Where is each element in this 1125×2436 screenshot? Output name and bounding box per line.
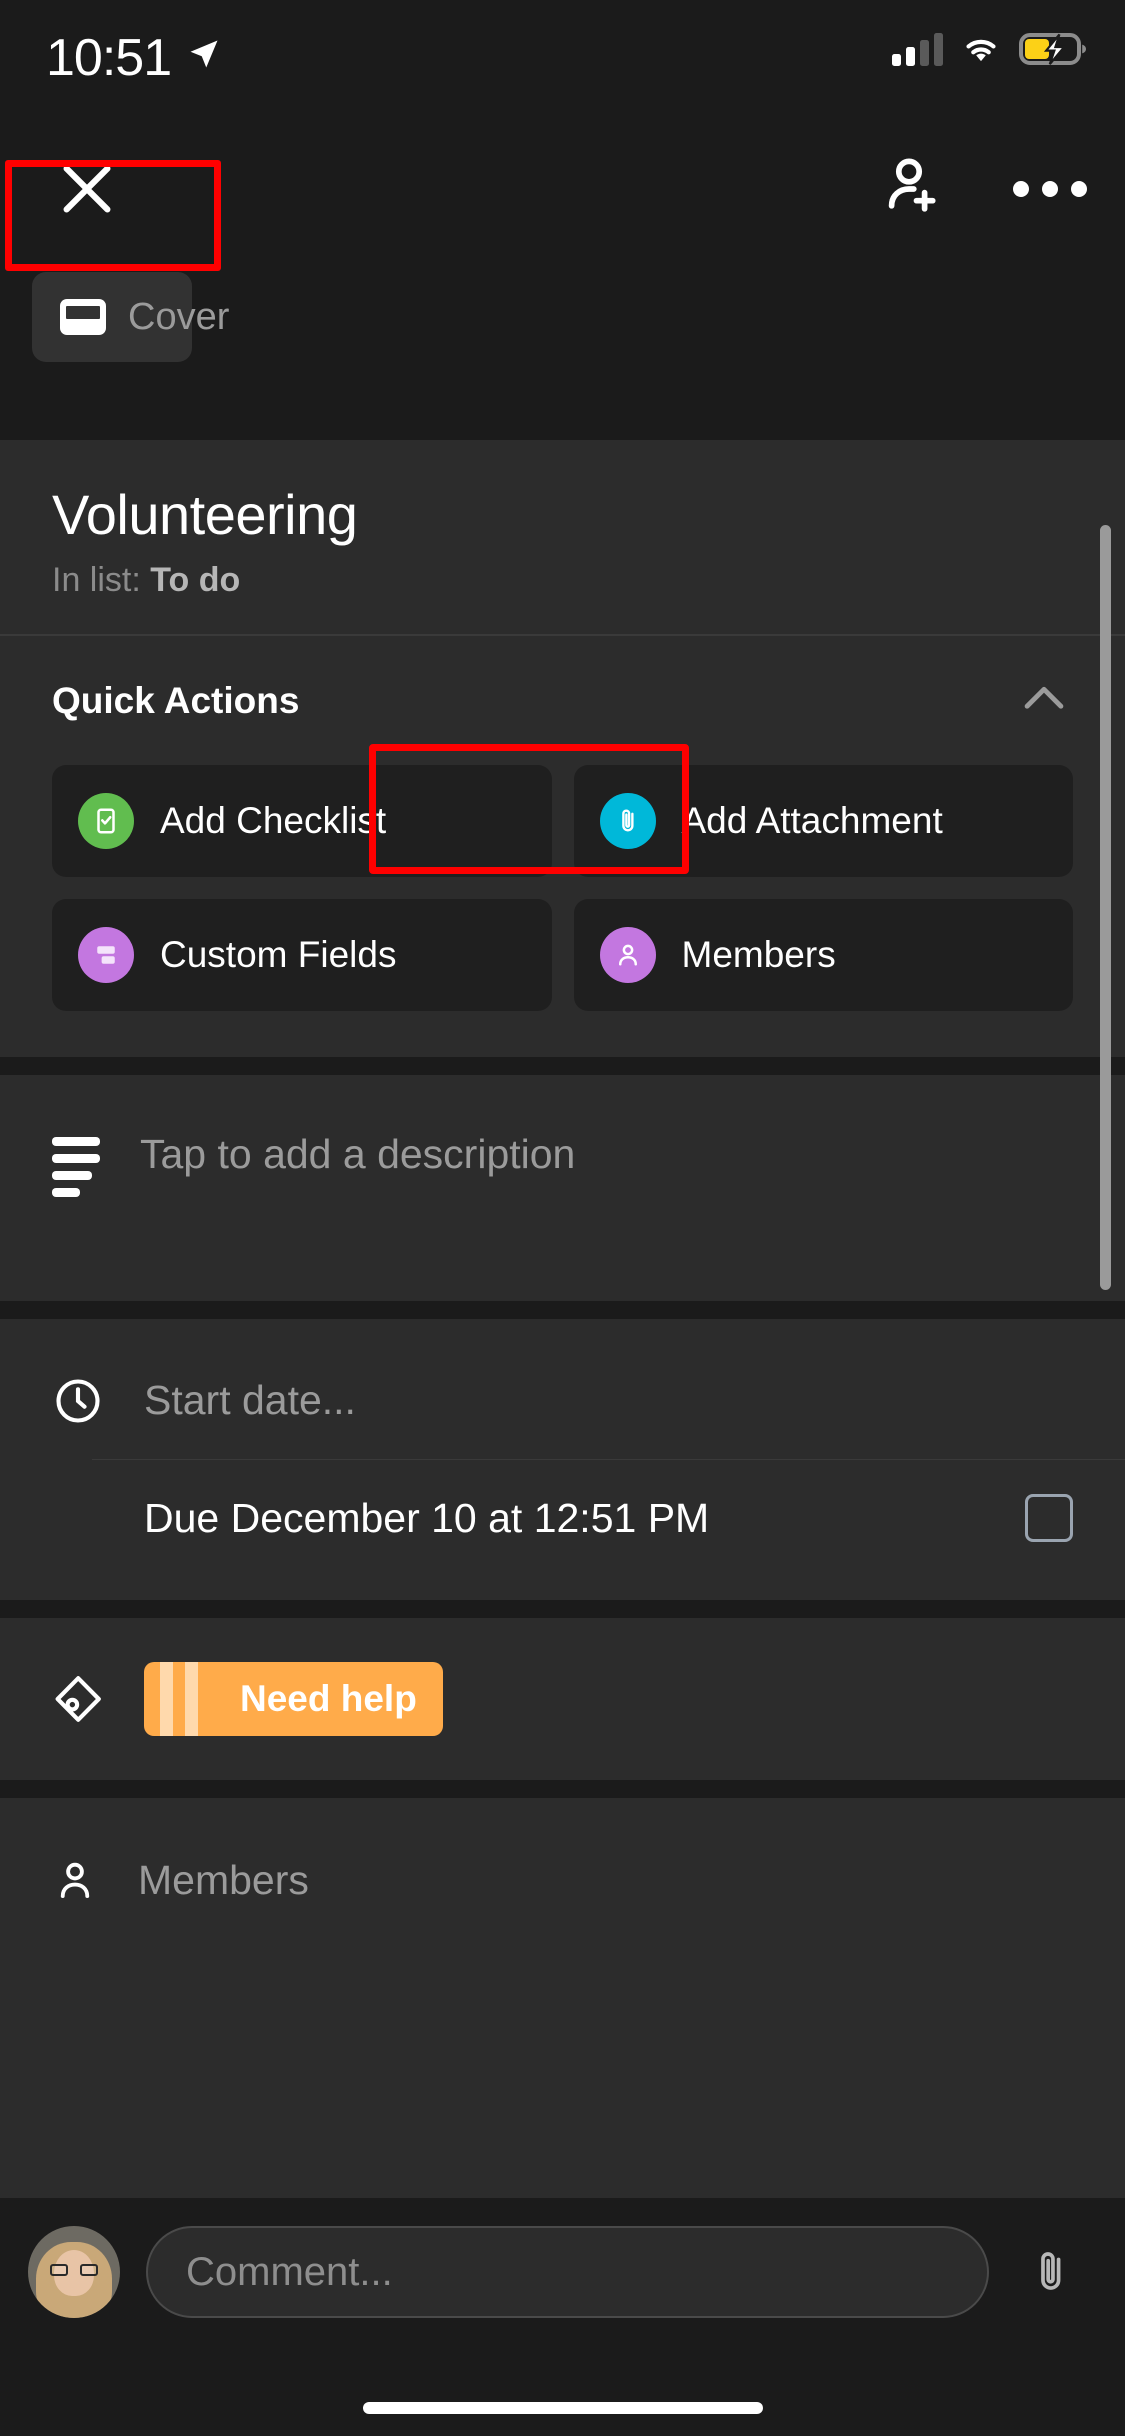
in-list-prefix: In list: [52, 561, 141, 599]
quick-action-label: Custom Fields [160, 933, 397, 975]
page-title: Volunteering [52, 483, 358, 546]
label-chip-text: Need help [240, 1678, 417, 1719]
custom-fields-icon [78, 926, 134, 983]
cover-button[interactable]: Cover [32, 272, 229, 362]
quick-action-label: Members [681, 933, 836, 975]
due-date-checkbox[interactable] [1025, 1494, 1073, 1542]
comment-bar: Comment... [0, 2198, 1125, 2436]
label-chip-need-help[interactable]: Need help [144, 1662, 443, 1736]
description-placeholder: Tap to add a description [140, 1130, 576, 1177]
in-list-label: In list: To do [52, 561, 1073, 600]
section-gap [0, 1600, 1125, 1618]
cellular-signal-icon [892, 32, 943, 66]
paperclip-icon [599, 792, 656, 849]
quick-action-add-attachment[interactable]: Add Attachment [573, 764, 1073, 877]
comment-input[interactable]: Comment... [146, 2226, 989, 2318]
card-detail-scroll[interactable]: Volunteering In list: To do Quick Action… [0, 440, 1125, 2198]
add-person-icon[interactable] [879, 150, 951, 227]
start-date-row[interactable]: Start date... [0, 1343, 1125, 1459]
vertical-scrollbar[interactable] [1100, 525, 1111, 1290]
quick-actions-section: Quick Actions Add Checklist Add Attachme… [0, 635, 1125, 1057]
due-date-text: Due December 10 at 12:51 PM [144, 1494, 710, 1541]
section-gap [0, 1300, 1125, 1319]
quick-actions-header[interactable]: Quick Actions [0, 636, 1125, 743]
label-tag-icon [52, 1673, 104, 1725]
label-pattern [144, 1662, 218, 1736]
location-arrow-icon [186, 36, 222, 77]
comment-attach-icon[interactable] [1015, 2226, 1087, 2318]
status-bar-time: 10:51 [46, 29, 172, 87]
quick-actions-title: Quick Actions [52, 680, 300, 721]
person-outline-icon [52, 1855, 98, 1905]
person-icon [599, 926, 656, 983]
description-section[interactable]: Tap to add a description [0, 1074, 1125, 1301]
members-section-label: Members [138, 1856, 309, 1903]
battery-charging-icon [1019, 33, 1086, 65]
card-title-section: Volunteering In list: To do [0, 440, 1125, 634]
clock-icon [52, 1375, 104, 1427]
due-date-row[interactable]: Due December 10 at 12:51 PM [0, 1460, 1125, 1576]
cover-row: Cover [0, 262, 1125, 392]
wifi-icon [966, 39, 996, 62]
in-list-name[interactable]: To do [150, 561, 240, 599]
quick-action-label: Add Attachment [681, 799, 943, 841]
comment-placeholder: Comment... [186, 2249, 393, 2294]
quick-action-custom-fields[interactable]: Custom Fields [52, 898, 552, 1011]
nav-bar [0, 140, 1125, 250]
quick-actions-grid: Add Checklist Add Attachment Custom Fiel… [0, 743, 1125, 1057]
labels-section[interactable]: Need help [0, 1618, 1125, 1780]
dates-section: Start date... Due December 10 at 12:51 P… [0, 1318, 1125, 1600]
more-options-icon[interactable] [1013, 180, 1087, 197]
home-indicator [362, 2402, 763, 2414]
members-section[interactable]: Members [0, 1798, 1125, 1916]
chevron-up-icon[interactable] [1015, 670, 1073, 733]
quick-action-label: Add Checklist [160, 799, 387, 841]
quick-action-add-checklist[interactable]: Add Checklist [52, 764, 552, 877]
start-date-placeholder: Start date... [144, 1377, 356, 1423]
section-gap [0, 1780, 1125, 1798]
cover-image-icon [60, 299, 106, 335]
description-lines-icon [52, 1136, 100, 1197]
close-icon[interactable] [52, 154, 122, 224]
app-screen: 10:51 Cover Volunteering In list: To do … [0, 0, 1125, 2436]
section-gap [0, 1056, 1125, 1075]
avatar[interactable] [28, 2226, 120, 2318]
quick-action-members[interactable]: Members [573, 898, 1073, 1011]
cover-button-label: Cover [128, 295, 230, 338]
status-bar: 10:51 [0, 0, 1125, 132]
checklist-icon [78, 792, 134, 849]
